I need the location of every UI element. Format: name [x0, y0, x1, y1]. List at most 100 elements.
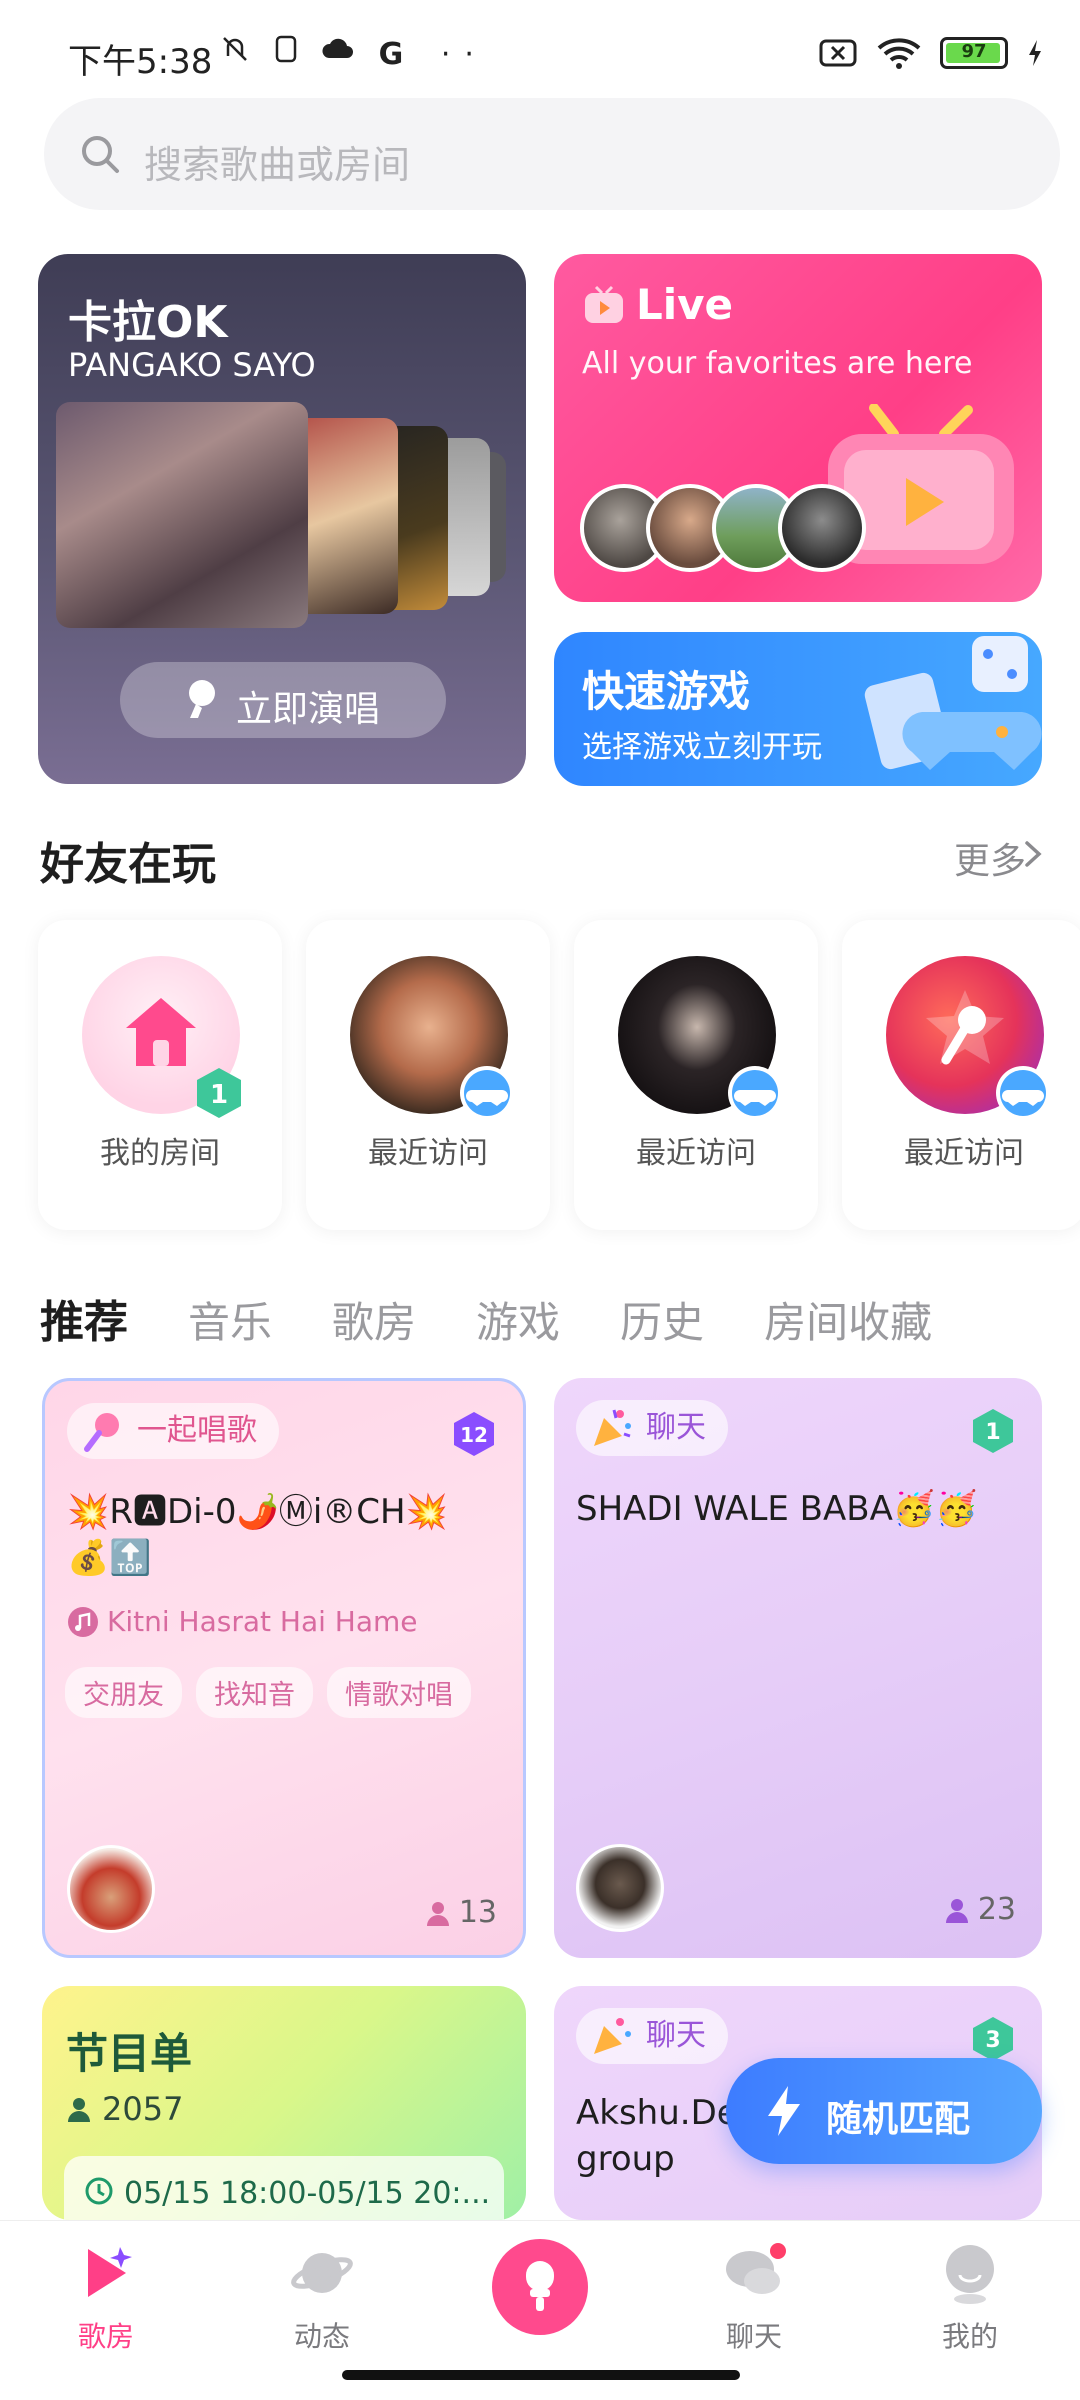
center-mic-button[interactable] — [492, 2239, 588, 2335]
room-chip: 情歌对唱 — [327, 1667, 471, 1718]
song-room-icon — [88, 2247, 132, 2297]
friend-card-my-room[interactable]: 1 我的房间 — [38, 920, 282, 1230]
chevron-right-icon[interactable] — [1022, 840, 1044, 868]
category-tabs: 推荐 音乐 歌房 游戏 历史 房间收藏 — [40, 1286, 932, 1350]
quick-game-title: 快速游戏 — [582, 667, 751, 716]
search-bar[interactable]: 搜索歌曲或房间 — [44, 98, 1060, 210]
nav-label: 动态 — [293, 2320, 350, 2353]
mic-icon — [189, 680, 215, 718]
sing-now-label: 立即演唱 — [236, 689, 381, 730]
person-icon — [68, 2098, 90, 2122]
wifi-icon — [877, 38, 921, 69]
person-icon — [945, 1898, 968, 1923]
room-card-1[interactable]: 一起唱歌 12 💥R🅰Di-0🌶️Ⓜi®CH💥 💰🔝 Kitni Hasrat … — [42, 1378, 526, 1958]
sim-x-icon — [819, 39, 857, 67]
level-badge-icon: 3 — [973, 2017, 1013, 2061]
status-time: 下午5:38 — [68, 42, 213, 82]
program-card[interactable]: 节目单 2057 05/15 18:00-05/15 20:... — [42, 1986, 526, 2220]
live-subtitle: All your favorites are here — [582, 346, 973, 381]
charging-icon — [1029, 40, 1041, 66]
room-chips: 交朋友 找知音 情歌对唱 — [65, 1667, 485, 1718]
nav-me[interactable]: 我的 — [910, 2241, 1030, 2355]
planet-icon — [291, 2253, 353, 2293]
quick-game-card[interactable]: 快速游戏 选择游戏立刻开玩 — [554, 632, 1042, 786]
room-member-count: 13 — [425, 1895, 497, 1930]
friend-card-recent-1[interactable]: 最近访问 — [306, 920, 550, 1230]
status-bar: 下午5:38 G ·· 97 — [0, 0, 1080, 100]
clock-icon — [85, 2177, 113, 2205]
tab-song-room[interactable]: 歌房 — [332, 1289, 416, 1350]
tab-history[interactable]: 历史 — [620, 1289, 704, 1350]
more-link[interactable]: 更多 — [954, 832, 1026, 884]
music-note-icon — [68, 1606, 98, 1637]
google-icon: G — [378, 37, 418, 72]
album-cover-1 — [56, 402, 308, 628]
karaoke-card[interactable]: 卡拉OK PANGAKO SAYO 立即演唱 — [38, 254, 526, 784]
room-member-count: 23 — [944, 1892, 1016, 1927]
friend-label: 最近访问 — [636, 1136, 756, 1171]
svg-text:12: 12 — [460, 1423, 488, 1447]
microphone-tag-icon — [84, 1413, 119, 1452]
room-name: Akshu.De group — [576, 2093, 738, 2179]
party-popper-icon — [594, 1409, 631, 1446]
person-icon — [426, 1901, 449, 1926]
room-tag: 聊天 — [576, 2008, 728, 2064]
tab-game[interactable]: 游戏 — [476, 1289, 560, 1350]
room-card-2[interactable]: 聊天 1 SHADI WALE BABA🥳🥳 23 — [554, 1378, 1042, 1958]
room-chip: 交朋友 — [65, 1667, 182, 1718]
host-avatar — [67, 1845, 155, 1933]
friend-label: 我的房间 — [100, 1136, 220, 1171]
lightning-icon — [768, 2086, 800, 2136]
home-indicator[interactable] — [342, 2370, 740, 2380]
game-badge-icon — [728, 1066, 782, 1120]
more-dots-icon: ·· — [440, 37, 488, 72]
home-icon — [126, 998, 196, 1066]
svg-text:3: 3 — [985, 2028, 1000, 2053]
host-avatar — [576, 1844, 664, 1932]
room-tag: 一起唱歌 — [67, 1403, 279, 1459]
room-name: SHADI WALE BABA🥳🥳 — [576, 1489, 978, 1529]
friends-section-title: 好友在玩 — [40, 839, 216, 890]
nav-song-room[interactable]: 歌房 — [46, 2241, 166, 2355]
chat-bubble-icon — [726, 2243, 786, 2294]
room-chip: 找知音 — [196, 1667, 313, 1718]
friend-label: 最近访问 — [368, 1136, 488, 1171]
friend-card-recent-2[interactable]: 最近访问 — [574, 920, 818, 1230]
level-badge-icon: 12 — [454, 1412, 494, 1456]
battery-icon: 97 — [940, 37, 1008, 69]
game-badge-icon — [460, 1066, 514, 1120]
svg-text:1: 1 — [985, 1420, 1000, 1445]
random-match-button[interactable]: 随机匹配 — [726, 2058, 1042, 2164]
search-placeholder: 搜索歌曲或房间 — [144, 143, 411, 187]
karaoke-title: 卡拉OK — [68, 297, 228, 348]
tab-recommend[interactable]: 推荐 — [40, 1286, 128, 1350]
nav-chat[interactable]: 聊天 — [694, 2241, 814, 2355]
avatar — [778, 484, 866, 572]
game-badge-icon — [996, 1066, 1050, 1120]
gamepad-illustration-icon — [864, 636, 1042, 770]
notification-icons: G ·· — [220, 34, 488, 72]
friend-card-recent-3[interactable]: 最近访问 — [842, 920, 1080, 1230]
live-avatars — [580, 484, 866, 572]
mic-star-icon — [926, 990, 1004, 1065]
nav-moments[interactable]: 动态 — [262, 2241, 382, 2355]
nav-label: 聊天 — [725, 2320, 782, 2353]
svg-text:1: 1 — [210, 1080, 228, 1110]
program-count: 2057 — [66, 2090, 183, 2128]
quick-game-subtitle: 选择游戏立刻开玩 — [582, 730, 822, 765]
room-name: 💥R🅰Di-0🌶️Ⓜi®CH💥 💰🔝 — [67, 1492, 448, 1578]
sing-now-button[interactable]: 立即演唱 — [120, 662, 446, 738]
sim-icon — [275, 35, 296, 63]
party-popper-icon — [594, 2018, 631, 2054]
tab-room-favorites[interactable]: 房间收藏 — [764, 1289, 932, 1350]
friend-label: 最近访问 — [904, 1136, 1024, 1171]
program-schedule: 05/15 18:00-05/15 20:... — [64, 2156, 504, 2220]
nav-label: 歌房 — [77, 2320, 134, 2353]
tab-music[interactable]: 音乐 — [188, 1289, 272, 1350]
battery-level: 97 — [961, 41, 987, 62]
tv-small-icon — [585, 285, 623, 323]
search-icon — [82, 136, 119, 173]
live-card[interactable]: Live All your favorites are here — [554, 254, 1042, 602]
random-match-label: 随机匹配 — [826, 2099, 971, 2140]
room-tag: 聊天 — [576, 1400, 728, 1456]
